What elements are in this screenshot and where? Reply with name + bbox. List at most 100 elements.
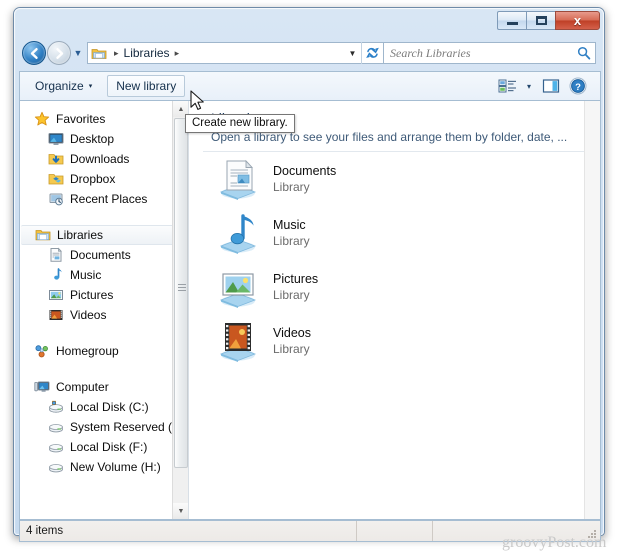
back-button[interactable] <box>22 41 46 65</box>
sidebar-label: Local Disk (C:) <box>70 400 149 414</box>
svg-text:?: ? <box>575 82 581 93</box>
sidebar-item-desktop[interactable]: Desktop <box>20 129 188 149</box>
help-button[interactable]: ? <box>566 75 590 97</box>
sidebar-item-homegroup[interactable]: Homegroup <box>20 341 188 361</box>
dropbox-folder-icon <box>48 171 64 187</box>
libraries-folder-icon <box>91 46 107 60</box>
sidebar-label: System Reserved (E: <box>70 420 184 434</box>
status-cell-2 <box>356 521 432 541</box>
mouse-cursor <box>190 90 204 110</box>
list-item-kind: Library <box>273 288 310 302</box>
minimize-button[interactable] <box>497 11 526 30</box>
sidebar-item-videos[interactable]: Videos <box>20 305 188 325</box>
sidebar-item-recent-places[interactable]: Recent Places <box>20 189 188 209</box>
drive-icon <box>48 419 64 435</box>
libraries-icon <box>35 227 51 243</box>
list-item-name: Documents <box>273 164 337 178</box>
address-input[interactable]: ▸ Libraries ▸ ▼ <box>87 42 384 64</box>
organize-label: Organize <box>35 79 84 93</box>
drive-icon <box>48 439 64 455</box>
chevron-down-icon: ▾ <box>88 83 93 90</box>
music-icon <box>48 267 64 283</box>
new-library-button[interactable]: New library <box>107 75 186 97</box>
title-bar: x <box>14 8 604 35</box>
sidebar-label: Computer <box>56 380 109 394</box>
watermark: groovyPost.com <box>502 534 607 551</box>
system-drive-icon <box>48 399 64 415</box>
toolbar-right-group: ▾ ? <box>495 75 594 97</box>
nav-group-computer: Computer Local Disk (C:) System Reserved… <box>20 377 188 477</box>
maximize-button[interactable] <box>526 11 555 30</box>
sidebar-label: Favorites <box>56 112 106 126</box>
sidebar-label: Downloads <box>70 152 130 166</box>
nav-group-homegroup: Homegroup <box>20 341 188 361</box>
breadcrumb-libraries[interactable]: Libraries <box>124 46 170 60</box>
navigation-scrollbar[interactable]: ▲ ▼ <box>172 101 188 519</box>
forward-button[interactable] <box>47 41 71 65</box>
sidebar-item-documents[interactable]: Documents <box>20 245 188 265</box>
sidebar-label: Local Disk (F:) <box>70 440 148 454</box>
search-box[interactable]: Search Libraries <box>384 42 596 64</box>
sidebar-label: Desktop <box>70 132 115 146</box>
breadcrumb-separator-2[interactable]: ▸ <box>175 48 180 59</box>
list-item[interactable]: Documents Library <box>189 152 600 206</box>
organize-button[interactable]: Organize ▾ <box>26 75 101 97</box>
list-item-kind: Library <box>273 342 310 356</box>
recent-places-icon <box>48 191 64 207</box>
nav-group-libraries: Libraries Documents Music Pictures Video… <box>20 225 188 325</box>
sidebar-item-pictures[interactable]: Pictures <box>20 285 188 305</box>
search-icon <box>577 46 591 60</box>
sidebar-label: Recent Places <box>70 192 148 206</box>
list-item-text: Videos Library <box>273 325 311 357</box>
nav-group-favorites: Favorites Desktop Downloads Dropbox Rece… <box>20 109 188 209</box>
sidebar-item-system-reserved[interactable]: System Reserved (E: <box>20 417 188 437</box>
view-options-button[interactable] <box>495 75 519 97</box>
recent-pages-button[interactable]: ▼ <box>71 48 85 58</box>
view-dropdown-button[interactable]: ▾ <box>522 75 536 97</box>
address-dropdown-button[interactable]: ▼ <box>344 43 361 63</box>
documents-icon <box>48 247 64 263</box>
star-icon <box>34 111 50 127</box>
back-arrow-icon <box>30 47 38 59</box>
close-button[interactable]: x <box>555 11 600 30</box>
sidebar-item-local-disk-c[interactable]: Local Disk (C:) <box>20 397 188 417</box>
scroll-down-button[interactable]: ▼ <box>173 503 188 519</box>
search-input[interactable]: Search Libraries <box>390 46 577 61</box>
sidebar-item-favorites[interactable]: Favorites <box>20 109 188 129</box>
chevron-down-icon: ▾ <box>526 81 531 91</box>
scrollbar-thumb[interactable] <box>174 118 188 468</box>
sidebar-label: Videos <box>70 308 107 322</box>
pictures-icon <box>48 287 64 303</box>
sidebar-item-music[interactable]: Music <box>20 265 188 285</box>
close-icon: x <box>573 13 582 28</box>
file-list-pane: Libraries Open a library to see your fil… <box>189 101 600 519</box>
preview-pane-icon <box>542 79 560 93</box>
sidebar-item-computer[interactable]: Computer <box>20 377 188 397</box>
preview-pane-button[interactable] <box>539 75 563 97</box>
sidebar-item-new-volume-h[interactable]: New Volume (H:) <box>20 457 188 477</box>
minimize-icon <box>506 22 518 25</box>
list-item[interactable]: Videos Library <box>189 314 600 368</box>
sidebar-item-downloads[interactable]: Downloads <box>20 149 188 169</box>
view-options-icon <box>498 79 516 93</box>
refresh-icon <box>366 47 379 58</box>
sidebar-item-libraries[interactable]: Libraries <box>21 225 186 245</box>
file-list-scrollbar[interactable] <box>584 101 600 519</box>
list-item[interactable]: Pictures Library <box>189 260 600 314</box>
list-item-name: Pictures <box>273 272 319 286</box>
navigation-pane: Favorites Desktop Downloads Dropbox Rece… <box>20 101 188 519</box>
list-item[interactable]: Music Library <box>189 206 600 260</box>
status-item-count: 4 items <box>26 525 64 537</box>
maximize-icon <box>535 16 547 25</box>
sidebar-label: New Volume (H:) <box>70 460 161 474</box>
refresh-button[interactable] <box>361 42 383 64</box>
help-icon: ? <box>569 77 587 95</box>
sidebar-item-dropbox[interactable]: Dropbox <box>20 169 188 189</box>
list-item-kind: Library <box>273 234 310 248</box>
sidebar-label: Music <box>70 268 102 282</box>
list-item-text: Documents Library <box>273 163 336 195</box>
sidebar-item-local-disk-f[interactable]: Local Disk (F:) <box>20 437 188 457</box>
navigation-tree: Favorites Desktop Downloads Dropbox Rece… <box>20 101 188 477</box>
sidebar-label: Homegroup <box>56 344 119 358</box>
